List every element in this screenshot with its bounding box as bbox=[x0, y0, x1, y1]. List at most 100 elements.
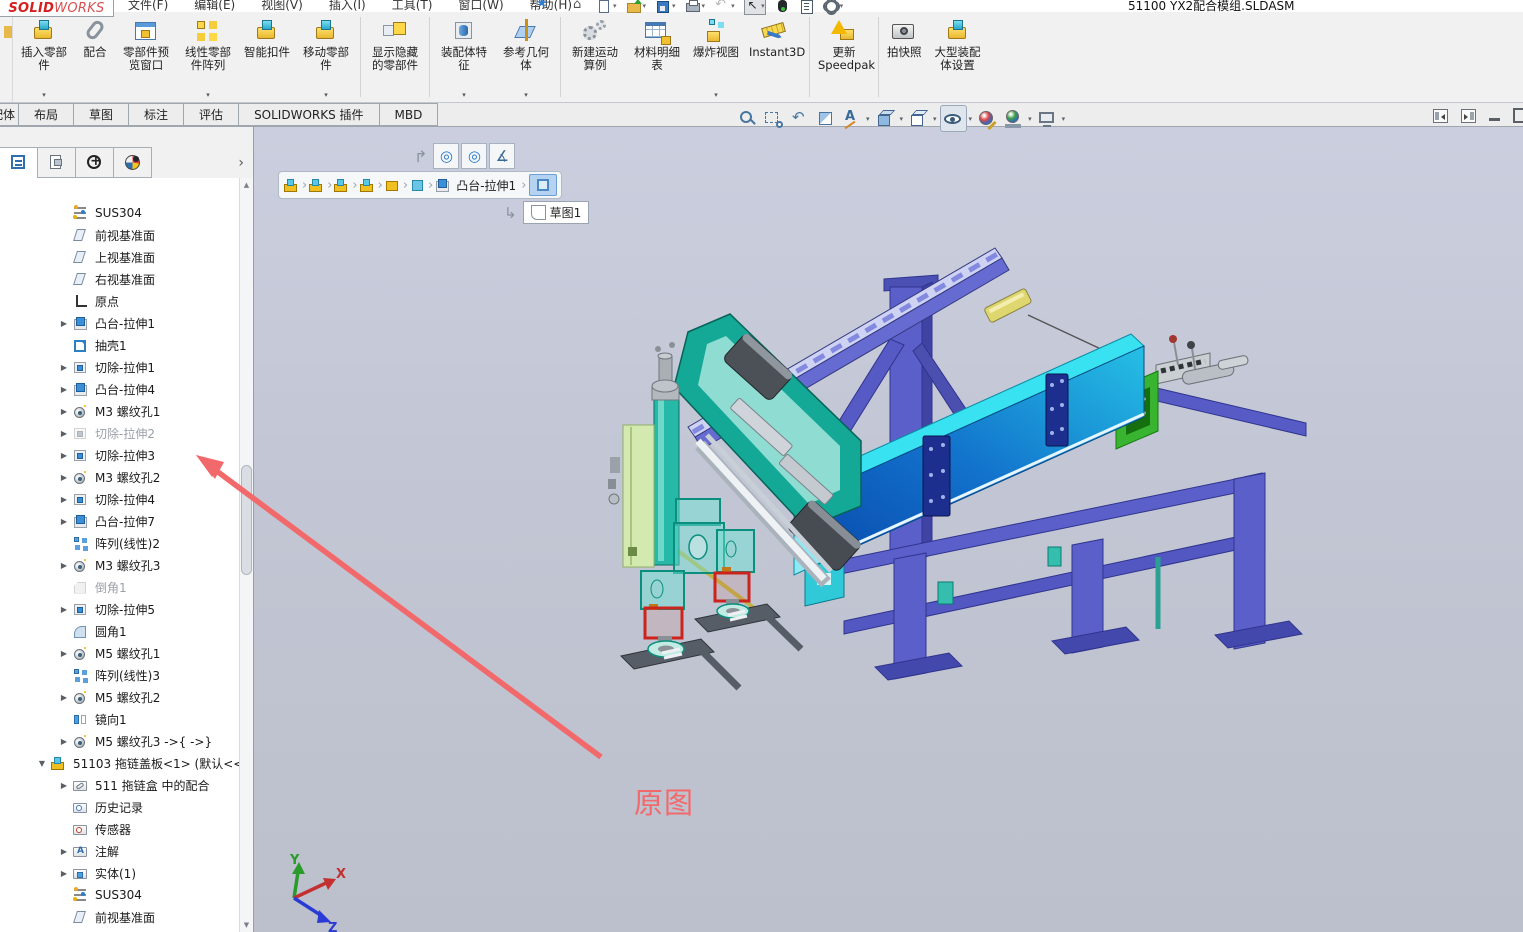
tree-row[interactable]: ▶ 切除-拉伸3 bbox=[0, 444, 239, 466]
tree-row[interactable]: 原点 bbox=[0, 290, 239, 312]
ribbon-button[interactable]: 智能扣件 bbox=[239, 12, 295, 102]
tree-row[interactable]: ▶ 凸台-拉伸4 bbox=[0, 378, 239, 400]
view-tool-button[interactable] bbox=[1001, 106, 1026, 131]
quick-access-button[interactable]: ▾ bbox=[823, 0, 844, 13]
context-tool-button[interactable]: ◎ bbox=[461, 143, 488, 169]
ribbon-button[interactable]: 插入零部件 ▾ bbox=[13, 12, 75, 102]
tree-row[interactable]: 镜向1 bbox=[0, 708, 239, 730]
view-tool-button[interactable] bbox=[975, 106, 1000, 131]
expand-arrow-icon[interactable]: ▶ bbox=[56, 517, 72, 526]
context-tool-button[interactable]: ∡ bbox=[489, 143, 516, 169]
ribbon-button[interactable]: 爆炸视图 ▾ bbox=[688, 12, 744, 102]
ribbon-button[interactable]: 新建运动算例 bbox=[564, 12, 626, 102]
clipped-ribbon-button[interactable] bbox=[2, 12, 13, 102]
scroll-up-icon[interactable]: ▲ bbox=[240, 178, 253, 192]
menu-item[interactable]: 文件(F) bbox=[128, 0, 168, 13]
view-tool-button[interactable] bbox=[761, 106, 786, 131]
quick-access-button[interactable]: ▾ bbox=[655, 0, 676, 13]
expand-arrow-icon[interactable]: ▶ bbox=[56, 847, 72, 856]
jump-arrow-icon[interactable]: ↱ bbox=[414, 147, 427, 166]
expand-arrow-icon[interactable]: ▶ bbox=[56, 451, 72, 460]
tree-row[interactable]: 圆角1 bbox=[0, 620, 239, 642]
breadcrumb-item[interactable]: 凸台-拉伸1 bbox=[434, 177, 520, 194]
panel-tab[interactable] bbox=[75, 147, 114, 178]
commandmanager-tab[interactable]: SOLIDWORKS 插件 bbox=[238, 103, 380, 126]
expand-panel-chevron-icon[interactable]: › bbox=[238, 155, 244, 171]
tree-row[interactable]: ▶ 切除-拉伸1 bbox=[0, 356, 239, 378]
dropdown-caret-icon[interactable]: ▾ bbox=[840, 2, 844, 10]
tree-row[interactable]: 前视基准面 bbox=[0, 224, 239, 246]
expand-arrow-icon[interactable]: ▶ bbox=[56, 319, 72, 328]
collapse-left-pane-icon[interactable] bbox=[1433, 108, 1448, 123]
panel-tab[interactable] bbox=[37, 147, 76, 178]
commandmanager-tab[interactable]: 评估 bbox=[183, 103, 240, 126]
breadcrumb-item[interactable] bbox=[283, 177, 301, 193]
breadcrumb-item[interactable] bbox=[409, 177, 427, 193]
ribbon-button[interactable]: 零部件预览窗口 bbox=[115, 12, 177, 102]
tree-row[interactable]: ▶ M5 螺纹孔3 ->{ ->} bbox=[0, 730, 239, 752]
commandmanager-tab[interactable]: MBD bbox=[378, 103, 439, 126]
dropdown-caret-icon[interactable]: ▾ bbox=[206, 89, 210, 102]
view-tool-button[interactable] bbox=[939, 105, 967, 132]
dropdown-caret-icon[interactable]: ▾ bbox=[967, 115, 975, 123]
scrollbar-thumb[interactable] bbox=[241, 465, 252, 575]
dropdown-caret-icon[interactable]: ▾ bbox=[731, 2, 735, 10]
tree-row[interactable]: ▶ 511 拖链盒 中的配合 bbox=[0, 774, 239, 796]
favorites-star-icon[interactable]: ★ bbox=[536, 0, 548, 11]
dropdown-caret-icon[interactable]: ▾ bbox=[702, 2, 706, 10]
ribbon-button[interactable]: 拍快照 bbox=[882, 12, 927, 102]
quick-access-button[interactable] bbox=[572, 0, 587, 13]
breadcrumb-item[interactable] bbox=[384, 177, 402, 193]
tree-row[interactable]: 阵列(线性)3 bbox=[0, 664, 239, 686]
tree-row[interactable]: ▶ 切除-拉伸4 bbox=[0, 488, 239, 510]
expand-arrow-icon[interactable]: ▶ bbox=[56, 693, 72, 702]
view-tool-button[interactable] bbox=[1035, 106, 1060, 131]
view-tool-button[interactable] bbox=[735, 106, 760, 131]
tree-row[interactable]: ▶ 凸台-拉伸7 bbox=[0, 510, 239, 532]
ribbon-button[interactable]: 移动零部件 ▾ bbox=[295, 12, 357, 102]
tree-row[interactable]: ▼ 51103 拖链盖板<1> (默认<< bbox=[0, 752, 239, 774]
quick-access-button[interactable]: ▾ bbox=[596, 0, 617, 13]
menu-item[interactable]: 插入(I) bbox=[329, 0, 366, 13]
ribbon-button[interactable]: 显示隐藏的零部件 bbox=[364, 12, 426, 102]
tree-row[interactable]: SUS304 bbox=[0, 202, 239, 224]
tree-scrollbar[interactable]: ▲ ▼ bbox=[239, 178, 253, 932]
expand-arrow-icon[interactable]: ▶ bbox=[56, 561, 72, 570]
dropdown-caret-icon[interactable]: ▾ bbox=[1026, 115, 1034, 123]
expand-arrow-icon[interactable]: ▶ bbox=[56, 737, 72, 746]
breadcrumb-item[interactable] bbox=[529, 174, 558, 196]
sketch-chip[interactable]: 草图1 bbox=[522, 201, 590, 224]
dropdown-caret-icon[interactable]: ▾ bbox=[524, 89, 528, 102]
tree-row[interactable]: ▶ M5 螺纹孔2 bbox=[0, 686, 239, 708]
tree-row[interactable]: 上视基准面 bbox=[0, 246, 239, 268]
tree-row[interactable]: 传感器 bbox=[0, 818, 239, 840]
quick-access-button[interactable]: ▾ bbox=[743, 0, 766, 15]
scroll-down-icon[interactable]: ▼ bbox=[240, 918, 253, 932]
dropdown-caret-icon[interactable]: ▾ bbox=[1060, 115, 1068, 123]
expand-arrow-icon[interactable]: ▶ bbox=[56, 473, 72, 482]
dropdown-caret-icon[interactable]: ▾ bbox=[761, 2, 765, 10]
commandmanager-tab[interactable]: 标注 bbox=[128, 103, 185, 126]
tree-row[interactable]: 右视基准面 bbox=[0, 268, 239, 290]
view-tool-button[interactable] bbox=[873, 106, 898, 131]
quick-access-button[interactable] bbox=[775, 0, 790, 13]
tree-row[interactable]: ▶ 注解 bbox=[0, 840, 239, 862]
ribbon-button[interactable]: 大型装配体设置 bbox=[927, 12, 989, 102]
ribbon-button[interactable]: 装配体特征 ▾ bbox=[433, 12, 495, 102]
expand-arrow-icon[interactable]: ▶ bbox=[56, 407, 72, 416]
breadcrumb-item[interactable] bbox=[359, 177, 377, 193]
quick-access-button[interactable]: ▾ bbox=[685, 0, 706, 13]
tree-row[interactable]: ▶ 实体(1) bbox=[0, 862, 239, 884]
restore-window-icon[interactable] bbox=[1513, 108, 1523, 123]
menu-item[interactable]: 编辑(E) bbox=[194, 0, 235, 13]
panel-tab[interactable] bbox=[113, 147, 152, 178]
tree-row[interactable]: ▶ M5 螺纹孔1 bbox=[0, 642, 239, 664]
tree-row[interactable]: 抽壳1 bbox=[0, 334, 239, 356]
expand-arrow-icon[interactable]: ▶ bbox=[56, 781, 72, 790]
tree-row[interactable]: 历史记录 bbox=[0, 796, 239, 818]
ribbon-button[interactable]: Instant3D bbox=[744, 12, 806, 102]
graphics-area[interactable]: ↱ ◎ ◎ ∡ › › › › › › 凸台-拉伸1 › ↳ 草图1 原图 Y … bbox=[254, 127, 1523, 932]
tree-row[interactable]: ▶ 切除-拉伸2 bbox=[0, 422, 239, 444]
dropdown-caret-icon[interactable]: ▾ bbox=[42, 89, 46, 102]
menu-item[interactable]: 工具(T) bbox=[392, 0, 433, 13]
